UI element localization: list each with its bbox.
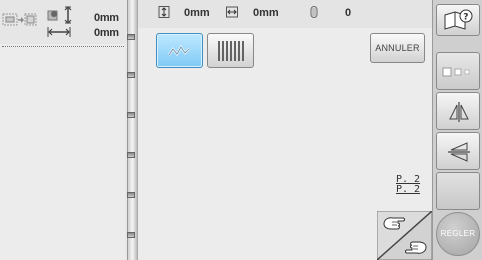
- left-value-top: 0mm: [94, 12, 119, 24]
- help-button[interactable]: ?: [436, 4, 480, 36]
- mirror-button[interactable]: [436, 92, 480, 130]
- thread-spool-icon: [2, 13, 37, 26]
- horizontal-size-icon: [226, 6, 238, 18]
- embroidery-edit-screen: 0mm 0mm 0mm 0mm 0 ANNULER P. 2 P. 2 ? RE…: [0, 0, 482, 260]
- ruler-marker: [127, 72, 135, 78]
- wave-pattern-icon: [168, 44, 190, 57]
- page-total: P. 2: [395, 184, 421, 195]
- width-value: 0mm: [253, 7, 279, 19]
- left-divider: [2, 46, 124, 47]
- grid-dots-icon: [442, 67, 470, 77]
- vertical-size-icon: [158, 6, 170, 18]
- left-header: 0mm 0mm: [0, 0, 125, 44]
- blank-button: [436, 172, 480, 210]
- set-button[interactable]: REGLER: [436, 212, 480, 256]
- left-value-bottom: 0mm: [94, 27, 119, 39]
- width-arrow-icon: [47, 27, 71, 37]
- ruler-marker: [127, 112, 135, 118]
- ruler-marker: [127, 232, 135, 238]
- page-down-button[interactable]: [400, 234, 432, 260]
- help-book-icon: ?: [444, 9, 473, 30]
- ruler-marker: [127, 34, 135, 40]
- ruler-marker: [127, 152, 135, 158]
- stitch-count-value: 0: [345, 7, 352, 19]
- top-info-bar: [137, 0, 432, 28]
- stitch-count-icon: [310, 6, 318, 18]
- pointing-hand-down-icon: [405, 241, 427, 254]
- rotate-icon: [448, 142, 470, 162]
- layout-button[interactable]: [436, 52, 480, 90]
- page-indicator: P. 2 P. 2: [390, 175, 426, 195]
- ruler-marker: [127, 192, 135, 198]
- svg-text:?: ?: [463, 12, 468, 22]
- height-value: 0mm: [184, 7, 210, 19]
- cancel-button[interactable]: ANNULER: [370, 33, 425, 63]
- mirror-vertical-icon: [449, 102, 469, 122]
- stripe-pattern-icon: [218, 41, 244, 61]
- stripe-pattern-button[interactable]: [207, 33, 254, 68]
- wave-pattern-button[interactable]: [156, 33, 203, 68]
- rotate-button[interactable]: [436, 132, 480, 170]
- pointing-hand-up-icon: [383, 217, 405, 230]
